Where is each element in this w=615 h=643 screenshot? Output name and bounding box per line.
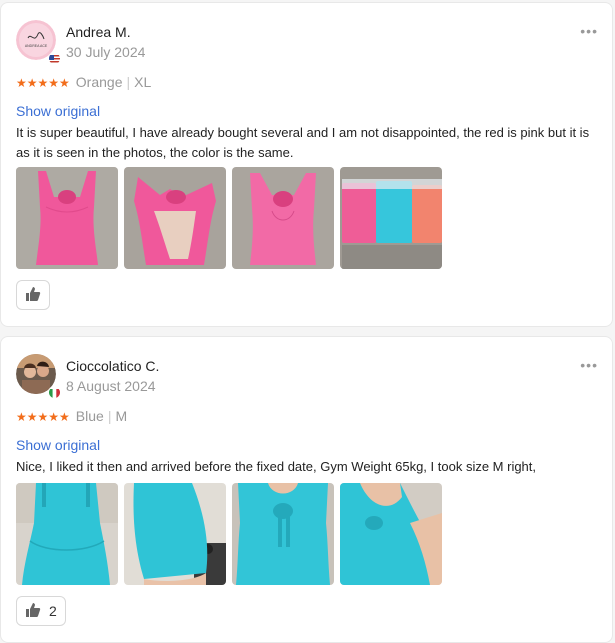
us-flag-icon <box>48 52 61 65</box>
review-photos <box>16 483 442 585</box>
review-photo[interactable] <box>232 167 334 269</box>
review-card: Cioccolatico C. 8 August 2024 ••• ★★★★★ B… <box>0 336 613 643</box>
review-photos <box>16 167 442 269</box>
separator: | <box>107 408 112 424</box>
variant-size: XL <box>134 74 152 90</box>
variant-size: M <box>115 408 128 424</box>
variant-color: Orange <box>75 74 123 90</box>
review-date: 30 July 2024 <box>66 44 146 60</box>
review-photo[interactable] <box>124 167 226 269</box>
helpful-button[interactable] <box>16 280 50 310</box>
thumbs-up-icon <box>25 286 41 305</box>
more-options-icon[interactable]: ••• <box>580 23 598 39</box>
show-original-link[interactable]: Show original <box>16 437 100 453</box>
rating-row: ★★★★★ Blue | M <box>16 408 127 424</box>
review-photo[interactable] <box>340 483 442 585</box>
svg-text:ANDREA ACE: ANDREA ACE <box>25 44 48 48</box>
helpful-button[interactable]: 2 <box>16 596 66 626</box>
show-original-link[interactable]: Show original <box>16 103 100 119</box>
review-photo[interactable] <box>232 483 334 585</box>
separator: | <box>126 74 131 90</box>
reviewer-name: Andrea M. <box>66 24 131 40</box>
review-date: 8 August 2024 <box>66 378 156 394</box>
star-rating: ★★★★★ <box>16 76 70 90</box>
review-card: ANDREA ACE Andrea M. 30 July 2024 ••• ★★… <box>0 2 613 327</box>
variant-color: Blue <box>75 408 104 424</box>
star-rating: ★★★★★ <box>16 410 70 424</box>
review-text: Nice, I liked it then and arrived before… <box>16 459 537 474</box>
thumbs-up-icon <box>25 602 41 621</box>
rating-row: ★★★★★ Orange | XL <box>16 74 151 90</box>
review-photo[interactable] <box>340 167 442 269</box>
review-photo[interactable] <box>124 483 226 585</box>
helpful-count: 2 <box>49 603 57 619</box>
more-options-icon[interactable]: ••• <box>580 357 598 373</box>
review-photo[interactable] <box>16 167 118 269</box>
review-text: It is super beautiful, I have already bo… <box>16 125 590 160</box>
review-photo[interactable] <box>16 483 118 585</box>
italy-flag-icon <box>48 386 61 399</box>
reviewer-name: Cioccolatico C. <box>66 358 160 374</box>
